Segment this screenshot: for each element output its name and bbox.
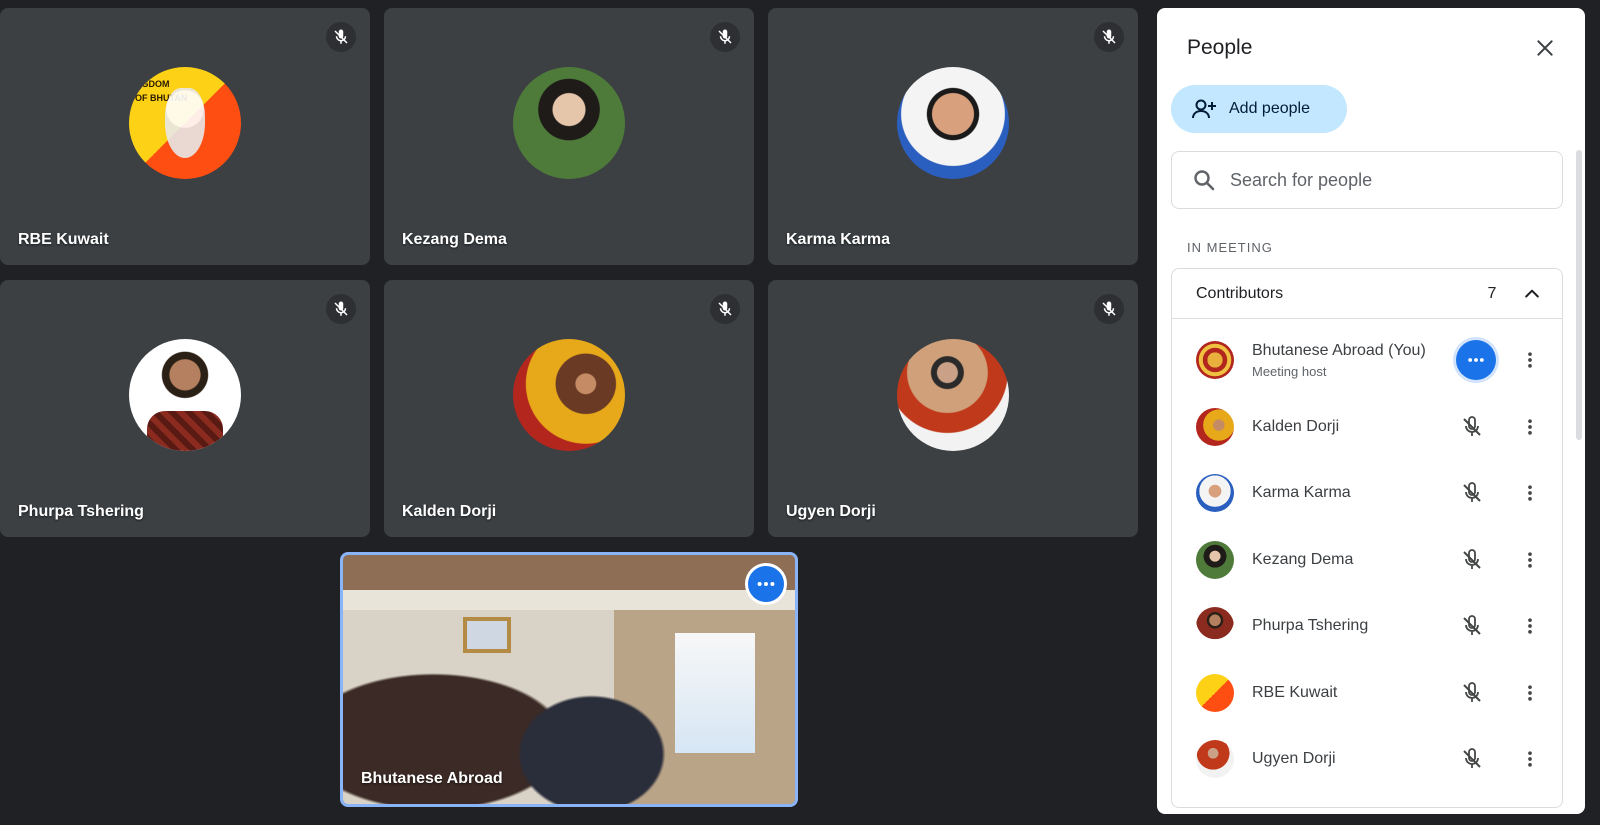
contributors-group: Contributors 7 Bhutanese Abroad (You) Me… <box>1171 268 1563 808</box>
mic-off-icon[interactable] <box>1458 745 1486 773</box>
close-button[interactable] <box>1533 36 1557 60</box>
mic-off-icon[interactable] <box>1458 479 1486 507</box>
more-options-button[interactable] <box>1516 413 1544 441</box>
more-vert-icon <box>1528 485 1532 501</box>
avatar <box>129 338 241 451</box>
list-item[interactable]: Bhutanese Abroad (You) Meeting host <box>1172 327 1562 394</box>
avatar <box>1196 607 1234 646</box>
add-people-button[interactable]: Add people <box>1171 85 1347 133</box>
list-item[interactable]: Kezang Dema <box>1172 527 1562 594</box>
more-options-button[interactable] <box>1516 479 1544 507</box>
mic-off-icon <box>710 22 740 52</box>
list-item[interactable]: Karma Karma <box>1172 460 1562 527</box>
more-vert-icon <box>1528 352 1532 368</box>
avatar <box>513 66 625 179</box>
participant-name: Kalden Dorji <box>402 503 497 520</box>
wall-portrait <box>463 617 511 653</box>
avatar: NGDOM OF BHUTAN <box>129 66 241 179</box>
mic-off-icon <box>326 22 356 52</box>
avatar <box>513 338 625 451</box>
video-tile-kezang-dema[interactable]: Kezang Dema <box>384 8 754 265</box>
tile-options-button[interactable] <box>745 563 787 605</box>
host-options-button[interactable] <box>1456 340 1496 381</box>
mic-off-icon <box>710 294 740 324</box>
video-tile-rbe-kuwait[interactable]: NGDOM OF BHUTAN RBE Kuwait <box>0 8 370 265</box>
more-options-button[interactable] <box>1516 612 1544 640</box>
panel-scrollbar[interactable] <box>1576 150 1582 440</box>
add-people-label: Add people <box>1229 100 1310 117</box>
mic-off-icon <box>1094 22 1124 52</box>
more-vert-icon <box>1528 618 1532 634</box>
group-count: 7 <box>1487 284 1497 302</box>
search-icon <box>1194 170 1215 191</box>
avatar <box>897 66 1009 179</box>
list-item[interactable]: RBE Kuwait <box>1172 660 1562 727</box>
mic-off-icon <box>326 294 356 324</box>
participant-name: Kezang Dema <box>402 231 507 248</box>
window-light <box>675 633 755 753</box>
more-vert-icon <box>1528 685 1532 701</box>
self-video-tile[interactable]: Bhutanese Abroad <box>340 552 798 807</box>
avatar <box>1196 474 1234 513</box>
participant-name: Bhutanese Abroad <box>361 770 503 787</box>
chevron-up-icon[interactable] <box>1522 284 1542 304</box>
more-options-button[interactable] <box>1516 745 1544 773</box>
list-item[interactable]: Kalden Dorji <box>1172 394 1562 461</box>
participant-name: RBE Kuwait <box>18 231 109 248</box>
dragon-emblem <box>165 87 205 158</box>
close-icon <box>1537 40 1553 56</box>
avatar <box>1196 341 1234 380</box>
contributors-header[interactable]: Contributors 7 <box>1172 269 1562 319</box>
mic-off-icon[interactable] <box>1458 413 1486 441</box>
video-tile-karma-karma[interactable]: Karma Karma <box>768 8 1138 265</box>
list-item[interactable]: Phurpa Tshering <box>1172 593 1562 660</box>
avatar <box>1196 540 1234 579</box>
more-horiz-icon <box>757 581 775 587</box>
participant-list: Bhutanese Abroad (You) Meeting host Kald… <box>1172 327 1562 793</box>
more-options-button[interactable] <box>1516 346 1544 374</box>
list-item[interactable]: Ugyen Dorji <box>1172 726 1562 793</box>
mic-off-icon <box>1094 294 1124 324</box>
more-options-button[interactable] <box>1516 679 1544 707</box>
search-input[interactable] <box>1230 169 1530 191</box>
mic-off-icon[interactable] <box>1458 679 1486 707</box>
more-vert-icon <box>1528 751 1532 767</box>
avatar <box>1196 407 1234 446</box>
more-options-button[interactable] <box>1516 546 1544 574</box>
participant-name: Phurpa Tshering <box>18 503 144 520</box>
more-vert-icon <box>1528 419 1532 435</box>
panel-title: People <box>1187 36 1253 59</box>
more-horiz-icon <box>1468 358 1484 363</box>
section-label: IN MEETING <box>1187 240 1273 255</box>
video-tile-kalden-dorji[interactable]: Kalden Dorji <box>384 280 754 537</box>
avatar <box>1196 740 1234 779</box>
search-field[interactable] <box>1171 151 1563 209</box>
mic-off-icon[interactable] <box>1458 546 1486 574</box>
people-panel: People Add people IN MEETING Contributor… <box>1157 8 1585 814</box>
video-tile-phurpa-tshering[interactable]: Phurpa Tshering <box>0 280 370 537</box>
group-title: Contributors <box>1196 284 1284 302</box>
avatar <box>897 338 1009 451</box>
participant-name: Ugyen Dorji <box>786 503 876 520</box>
more-vert-icon <box>1528 552 1532 568</box>
participant-name: Karma Karma <box>786 231 891 248</box>
person-add-icon <box>1192 99 1216 119</box>
avatar <box>1196 673 1234 712</box>
video-tile-ugyen-dorji[interactable]: Ugyen Dorji <box>768 280 1138 537</box>
mic-off-icon[interactable] <box>1458 612 1486 640</box>
